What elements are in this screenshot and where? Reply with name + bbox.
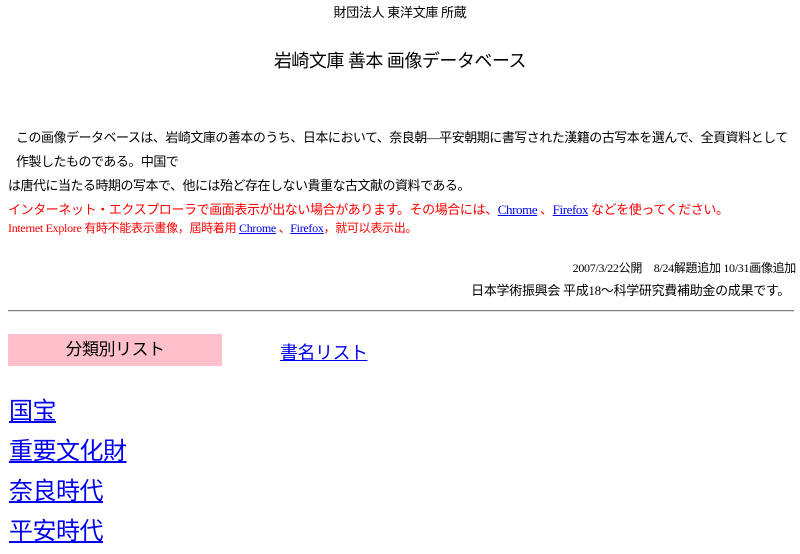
list-item: 国宝: [9, 394, 127, 434]
category-link-kokuho[interactable]: 国宝: [9, 399, 57, 425]
firefox-link[interactable]: Firefox: [553, 202, 589, 217]
list-item: 平安時代: [9, 514, 127, 554]
intro-line-1: この画像データベースは、岩崎文庫の善本のうち、日本において、奈良朝―平安朝期に書…: [16, 130, 788, 169]
browser-notice-ja: インターネット・エクスプローラで画面表示が出ない場合があります。その場合には、C…: [8, 199, 798, 218]
category-link-juyo-bunkazai[interactable]: 重要文化財: [9, 439, 127, 465]
notice-zh-text: Internet Explore 有時不能表示畫像，屆時着用: [8, 221, 240, 235]
notice-ja-text-end: などを使ってください。: [588, 202, 729, 217]
category-link-heian[interactable]: 平安時代: [9, 519, 104, 545]
owner-caption: 財団法人 東洋文庫 所蔵: [333, 5, 467, 20]
category-link-nara[interactable]: 奈良時代: [9, 479, 104, 505]
page-title: 岩崎文庫 善本 画像データベース: [273, 51, 527, 71]
list-item: 奈良時代: [9, 474, 127, 514]
notice-ja-separator: 、: [537, 202, 553, 217]
funding-note: 日本学術振興会 平成18～科学研究費補助金の成果です。: [471, 283, 790, 298]
divider: [8, 310, 794, 312]
tab-title-list[interactable]: 書名リスト: [280, 339, 368, 365]
notice-ja-text: インターネット・エクスプローラで画面表示が出ない場合があります。その場合には、: [8, 202, 498, 217]
intro-paragraph: この画像データベースは、岩崎文庫の善本のうち、日本において、奈良朝―平安朝期に書…: [8, 126, 798, 198]
chrome-link-zh[interactable]: Chrome: [239, 221, 276, 235]
notice-zh-text-end: ，就可以表示出。: [323, 221, 418, 235]
notice-zh-separator: 、: [275, 221, 291, 235]
publication-dates: 2007/3/22公開 8/24解題追加 10/31画像追加: [572, 261, 797, 275]
firefox-link-zh[interactable]: Firefox: [290, 221, 324, 235]
category-list: 国宝 重要文化財 奈良時代 平安時代: [9, 394, 127, 554]
browser-notice-zh: Internet Explore 有時不能表示畫像，屆時着用 Chrome 、F…: [8, 219, 798, 236]
chrome-link[interactable]: Chrome: [498, 202, 538, 217]
tab-category-list[interactable]: 分類別リスト: [8, 334, 222, 366]
intro-line-2: は唐代に当たる時期の写本で、他には殆ど存在しない貴重な古文献の資料である。: [8, 178, 470, 193]
list-item: 重要文化財: [9, 434, 127, 474]
